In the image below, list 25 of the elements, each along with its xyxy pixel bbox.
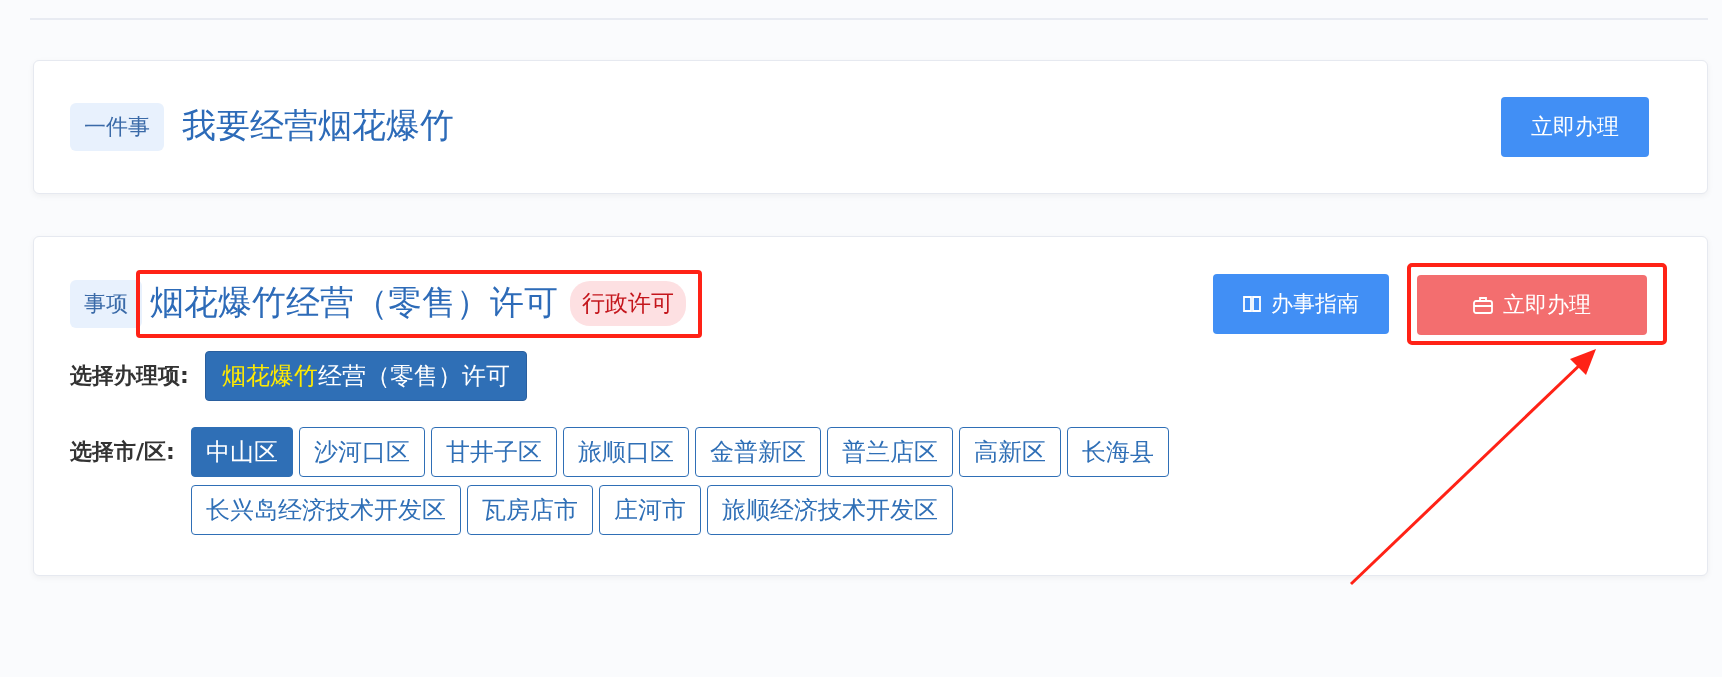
apply-button[interactable]: 立即办理	[1501, 97, 1649, 157]
district-option[interactable]: 中山区	[190, 427, 293, 477]
district-option[interactable]: 沙河口区	[298, 427, 425, 477]
type-tag: 一件事	[70, 103, 164, 151]
type-tag: 事项	[70, 280, 142, 328]
district-option[interactable]: 金普新区	[694, 427, 821, 477]
district-option[interactable]: 长海县	[1066, 427, 1169, 477]
field-label: 选择市/区:	[70, 438, 175, 466]
district-option[interactable]: 庄河市	[598, 485, 701, 535]
district-option[interactable]: 瓦房店市	[466, 485, 593, 535]
book-icon	[1243, 296, 1261, 312]
district-option[interactable]: 甘井子区	[430, 427, 557, 477]
district-option[interactable]: 高新区	[958, 427, 1061, 477]
district-option[interactable]: 长兴岛经济技术开发区	[190, 485, 461, 535]
category-badge: 行政许可	[570, 280, 686, 326]
apply-button[interactable]: 立即办理	[1417, 275, 1647, 335]
district-option[interactable]: 普兰店区	[826, 427, 953, 477]
briefcase-icon	[1473, 296, 1493, 314]
field-label: 选择办理项:	[70, 362, 189, 390]
guide-button[interactable]: 办事指南	[1213, 274, 1389, 334]
item-title: 烟花爆竹经营（零售）许可	[150, 281, 558, 324]
district-option[interactable]: 旅顺口区	[562, 427, 689, 477]
item-option[interactable]: 烟花爆竹经营（零售）许可	[204, 351, 527, 401]
item-title: 我要经营烟花爆竹	[182, 104, 454, 147]
district-option[interactable]: 旅顺经济技术开发区	[706, 485, 953, 535]
